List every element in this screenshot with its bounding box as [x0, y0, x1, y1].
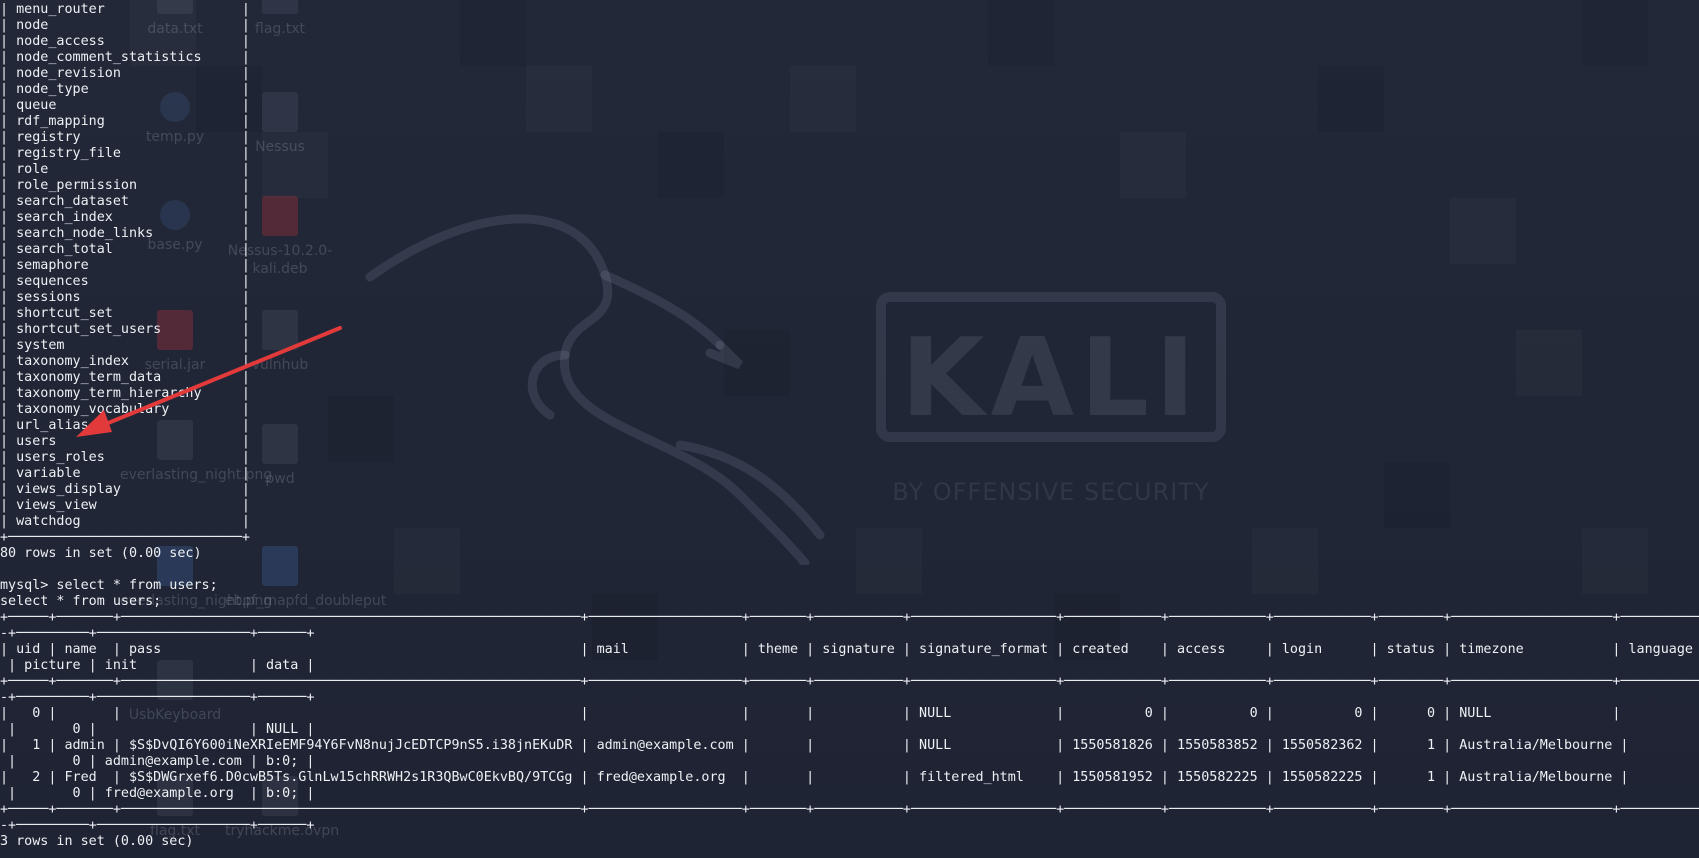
table-row: | 0 | | NULL |: [0, 722, 315, 737]
table-row: | 1 | admin | $S$DvQI6Y600iNeXRIeEMF94Y6…: [0, 738, 1629, 753]
table-row: | 0 | | | | | | NULL | 0 | 0 | 0 | 0 | N…: [0, 706, 1621, 721]
table-list-row: | taxonomy_index |: [0, 354, 250, 369]
table-list-row: | rdf_mapping |: [0, 114, 250, 129]
table-list-row: | node |: [0, 18, 250, 33]
table-border: -+─────────+───────────────────+──────+: [0, 626, 315, 641]
table-list-row: | watchdog |: [0, 514, 250, 529]
table-border: +─────+───────+─────────────────────────…: [0, 674, 1699, 689]
table-list-row: | variable |: [0, 466, 250, 481]
table-row: | 0 | fred@example.org | b:0; |: [0, 786, 315, 801]
table-list-row: | node_revision |: [0, 66, 250, 81]
table-list-row: | users_roles |: [0, 450, 250, 465]
table-list-row-users: | users |: [0, 434, 250, 449]
terminal-output[interactable]: | menu_router | | node | | node_access |…: [0, 0, 1699, 858]
table-list-row: | search_total |: [0, 242, 250, 257]
table-list-row: | shortcut_set_users |: [0, 322, 250, 337]
table-header: | uid | name | pass | mail | theme | sig…: [0, 642, 1693, 657]
table-row: | 0 | admin@example.com | b:0; |: [0, 754, 315, 769]
table-list-row: | node_access |: [0, 34, 250, 49]
rows-count: 3 rows in set (0.00 sec): [0, 834, 194, 849]
table-list-row: | role |: [0, 162, 250, 177]
table-row: | 2 | Fred | $S$DWGrxef6.D0cwB5Ts.GlnLw1…: [0, 770, 1629, 785]
table-list-row: | taxonomy_term_hierarchy |: [0, 386, 250, 401]
table-list-row: | system |: [0, 338, 250, 353]
table-list-row: | sequences |: [0, 274, 250, 289]
echoed-query: select * from users;: [0, 594, 162, 609]
table-border: +─────────────────────────────+: [0, 530, 250, 545]
table-list-row: | menu_router |: [0, 2, 250, 17]
table-list-row: | search_node_links |: [0, 226, 250, 241]
table-list-row: | taxonomy_term_data |: [0, 370, 250, 385]
table-border: -+─────────+───────────────────+──────+: [0, 818, 315, 833]
rows-count: 80 rows in set (0.00 sec): [0, 546, 202, 561]
mysql-prompt: mysql> select * from users;: [0, 578, 218, 593]
table-list-row: | views_display |: [0, 482, 250, 497]
table-border: +─────+───────+─────────────────────────…: [0, 802, 1699, 817]
table-list-row: | taxonomy_vocabulary |: [0, 402, 250, 417]
table-list-row: | views_view |: [0, 498, 250, 513]
table-list-row: | node_type |: [0, 82, 250, 97]
table-list-row: | queue |: [0, 98, 250, 113]
table-list-row: | url_alias |: [0, 418, 250, 433]
table-list-row: | semaphore |: [0, 258, 250, 273]
table-list-row: | registry_file |: [0, 146, 250, 161]
table-border: +─────+───────+─────────────────────────…: [0, 610, 1699, 625]
table-list-row: | registry |: [0, 130, 250, 145]
table-border: -+─────────+───────────────────+──────+: [0, 690, 315, 705]
table-header: | picture | init | data |: [0, 658, 315, 673]
table-list-row: | search_index |: [0, 210, 250, 225]
table-list-row: | search_dataset |: [0, 194, 250, 209]
table-list-row: | node_comment_statistics |: [0, 50, 250, 65]
table-list-row: | shortcut_set |: [0, 306, 250, 321]
table-list-row: | sessions |: [0, 290, 250, 305]
table-list-row: | role_permission |: [0, 178, 250, 193]
